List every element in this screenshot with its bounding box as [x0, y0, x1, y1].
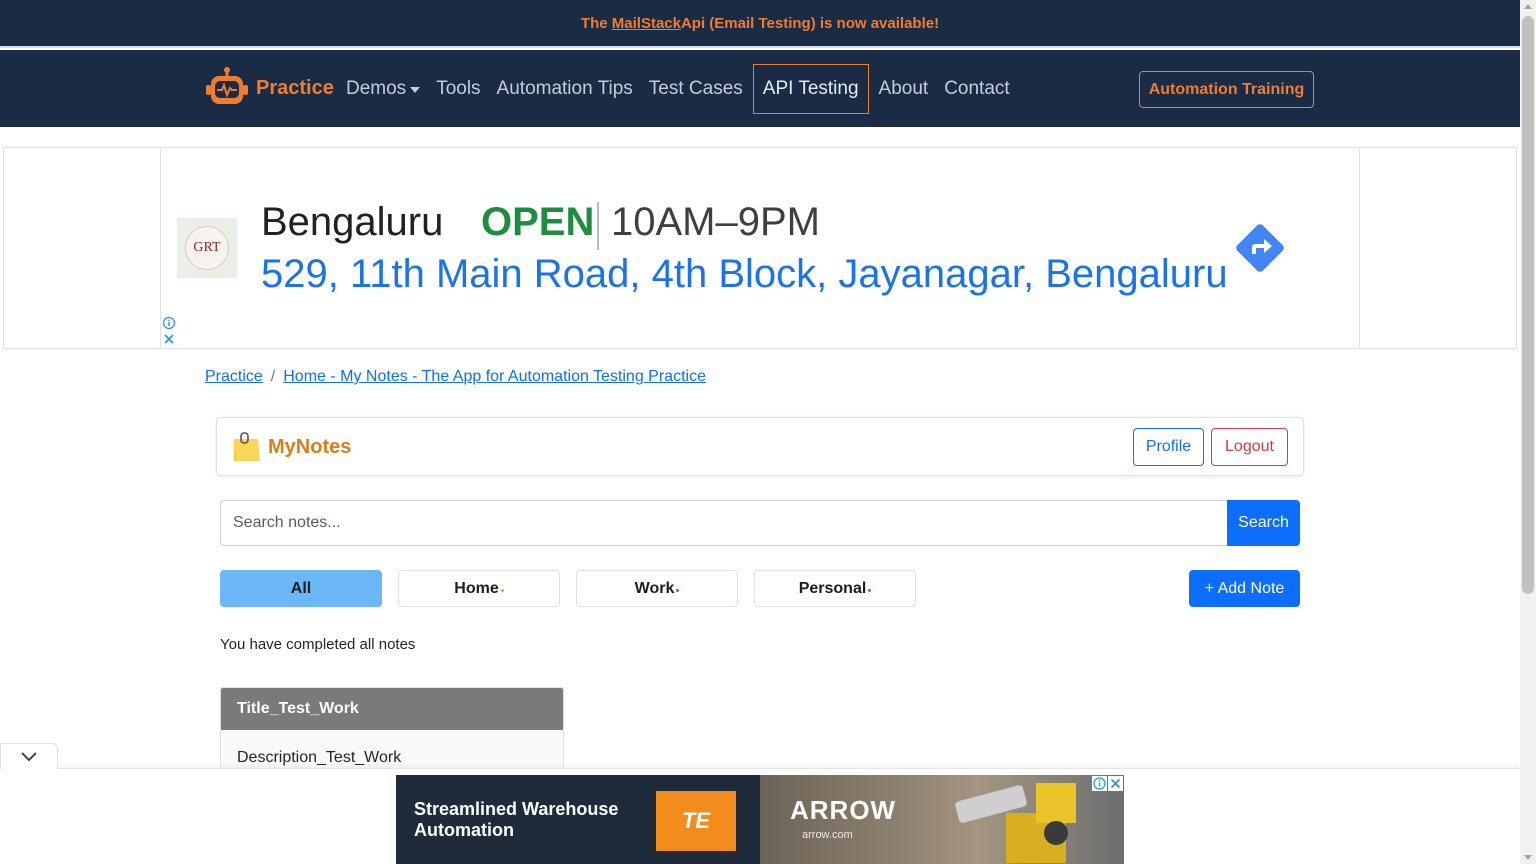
announcement-prefix: The — [580, 14, 608, 32]
robot-arm-image — [955, 783, 1076, 863]
main-navbar: Practice Demos Tools Automation Tips Tes… — [0, 50, 1520, 127]
logout-button[interactable]: Logout — [1211, 428, 1288, 466]
arrow-brand: ARROW — [790, 795, 897, 825]
breadcrumb-practice[interactable]: Practice — [205, 368, 263, 386]
completion-status: You have completed all notes — [220, 636, 416, 653]
category-dot-icon — [868, 589, 872, 592]
nav-item-about[interactable]: About — [871, 64, 937, 114]
ad-close-icon[interactable] — [162, 332, 176, 346]
note-card[interactable]: Title_Test_Work Description_Test_Work — [220, 687, 564, 777]
ad-hours: 10AM–9PM — [611, 200, 820, 244]
ad-info-icon[interactable] — [162, 316, 176, 330]
automation-training-button[interactable]: Automation Training — [1139, 71, 1314, 108]
collapse-ad-button[interactable] — [0, 743, 58, 769]
notes-app-title: MyNotes — [268, 435, 352, 458]
search-input[interactable] — [220, 500, 1228, 546]
tab-label: Work — [634, 579, 675, 597]
notes-logo-icon — [234, 432, 260, 461]
announcement-suffix: Api (Email Testing) is now available! — [680, 14, 940, 32]
bottom-ad-headline-line2: Automation — [414, 820, 514, 840]
nav-item-api-testing[interactable]: API Testing — [752, 64, 869, 114]
profile-button[interactable]: Profile — [1133, 428, 1204, 466]
nav-item-label: Demos — [346, 78, 407, 99]
arrow-url: arrow.com — [802, 829, 853, 841]
ad-city: Bengaluru — [261, 200, 444, 244]
tab-work[interactable]: Work — [576, 570, 738, 607]
tab-label: Personal — [798, 579, 867, 597]
bottom-ad-headline: Streamlined Warehouse Automation — [414, 799, 618, 841]
ad-address[interactable]: 529, 11th Main Road, 4th Block, Jayanaga… — [261, 252, 1228, 297]
scroll-down-icon[interactable] — [1524, 855, 1532, 860]
ad-store-logo: GRT — [177, 218, 237, 278]
bottom-ad-headline-line1: Streamlined Warehouse — [414, 799, 619, 819]
mailstack-link[interactable]: MailStack — [612, 15, 681, 32]
search-button[interactable]: Search — [1227, 500, 1300, 546]
nav-item-tools[interactable]: Tools — [428, 64, 488, 114]
breadcrumb: Practice / Home - My Notes - The App for… — [205, 368, 706, 386]
mynotes-brand[interactable]: MyNotes — [232, 431, 351, 463]
ad-banner[interactable]: GRT Bengaluru OPEN 10AM–9PM 529, 11th Ma… — [3, 147, 1517, 349]
scroll-up-icon[interactable] — [1524, 4, 1532, 9]
announcement-banner: The MailStack Api (Email Testing) is now… — [0, 0, 1520, 48]
directions-icon[interactable] — [1233, 221, 1287, 275]
bottom-ad[interactable]: Streamlined Warehouse Automation TE ARRO… — [396, 775, 1124, 864]
te-logo: TE — [656, 791, 736, 851]
breadcrumb-my-notes[interactable]: Home - My Notes - The App for Automation… — [283, 368, 706, 386]
tab-label: All — [290, 579, 312, 597]
page-scrollbar[interactable] — [1520, 0, 1536, 864]
ad-open-status: OPEN — [481, 200, 595, 244]
notes-app-header: MyNotes Profile Logout — [216, 417, 1304, 476]
tab-personal[interactable]: Personal — [754, 570, 916, 607]
robot-logo-icon — [206, 67, 248, 104]
nav-item-demos[interactable]: Demos — [338, 64, 428, 114]
chevron-down-icon — [410, 87, 421, 93]
tab-home[interactable]: Home — [398, 570, 560, 607]
nav-links: Demos Tools Automation Tips Test Cases A… — [338, 64, 1018, 114]
brand-link[interactable]: Practice — [204, 66, 334, 110]
ad-content[interactable]: GRT Bengaluru OPEN 10AM–9PM 529, 11th Ma… — [160, 148, 1360, 348]
ad-divider — [597, 202, 599, 250]
ad-close-icon[interactable] — [1108, 776, 1123, 791]
nav-item-automation-tips[interactable]: Automation Tips — [489, 64, 641, 114]
category-dot-icon — [676, 589, 680, 592]
page: The MailStack Api (Email Testing) is now… — [0, 0, 1536, 864]
ad-info-icon[interactable] — [1092, 776, 1107, 791]
tab-label: Home — [454, 579, 499, 597]
add-note-button[interactable]: + Add Note — [1189, 570, 1300, 607]
chevron-down-icon — [21, 751, 37, 761]
note-title: Title_Test_Work — [221, 688, 563, 730]
brand-name: Practice — [256, 76, 334, 99]
nav-item-contact[interactable]: Contact — [936, 64, 1017, 114]
nav-item-test-cases[interactable]: Test Cases — [641, 64, 751, 114]
category-dot-icon — [500, 589, 504, 592]
breadcrumb-separator: / — [270, 368, 276, 385]
tab-all[interactable]: All — [220, 570, 382, 607]
ad-logo-text: GRT — [185, 226, 229, 270]
scrollbar-thumb[interactable] — [1522, 16, 1534, 594]
